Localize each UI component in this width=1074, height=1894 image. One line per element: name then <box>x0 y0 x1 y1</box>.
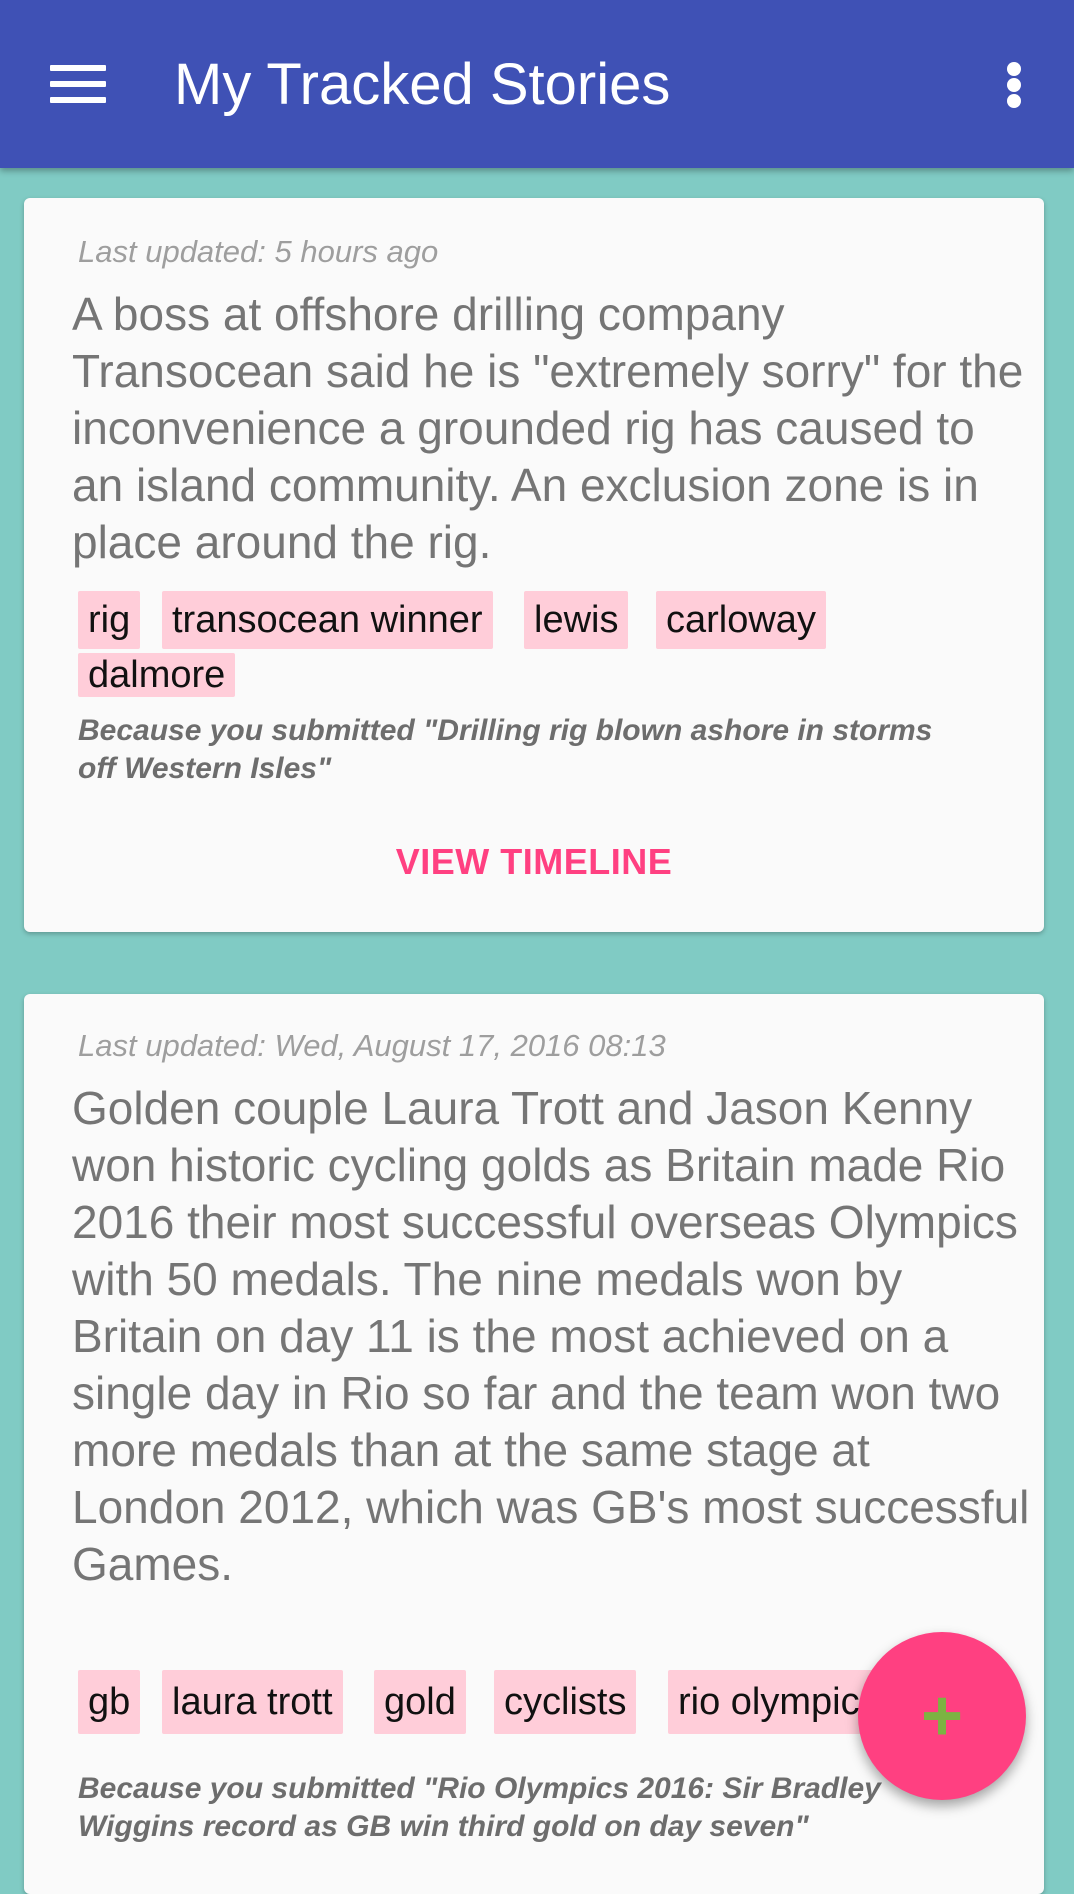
tag-chip[interactable]: laura trott <box>162 1670 343 1734</box>
tag-chip[interactable]: gold <box>374 1670 466 1734</box>
last-updated: Last updated: Wed, August 17, 2016 08:13 <box>78 1028 666 1063</box>
more-vert-icon[interactable] <box>974 40 1054 130</box>
app-bar: My Tracked Stories <box>0 0 1074 168</box>
add-story-button[interactable]: + <box>858 1632 1026 1800</box>
tag-chip[interactable]: rig <box>78 591 141 649</box>
tag-chip[interactable]: cyclists <box>494 1670 637 1734</box>
add-icon: + <box>920 1676 964 1756</box>
because-note: Because you submitted "Rio Olympics 2016… <box>78 1772 881 1843</box>
tag-chip[interactable]: dalmore <box>78 653 236 697</box>
because-note: Because you submitted "Drilling rig blow… <box>78 714 933 785</box>
tag-chip[interactable]: rio olympics <box>668 1670 889 1734</box>
view-timeline-button[interactable]: VIEW TIMELINE <box>24 841 1044 883</box>
story-summary: A boss at offshore drilling company Tran… <box>72 288 1024 568</box>
story-card: Last updated: 5 hours ago A boss at offs… <box>24 198 1044 932</box>
tag-chip[interactable]: gb <box>78 1670 141 1734</box>
story-summary: Golden couple Laura Trott and Jason Kenn… <box>72 1082 1030 1590</box>
tag-chip[interactable]: lewis <box>524 591 629 649</box>
last-updated: Last updated: 5 hours ago <box>78 234 439 269</box>
app-title: My Tracked Stories <box>174 52 671 117</box>
tag-chip[interactable]: transocean winner <box>162 591 493 649</box>
hamburger-menu-icon[interactable] <box>30 40 126 128</box>
tag-chip[interactable]: carloway <box>656 591 826 649</box>
